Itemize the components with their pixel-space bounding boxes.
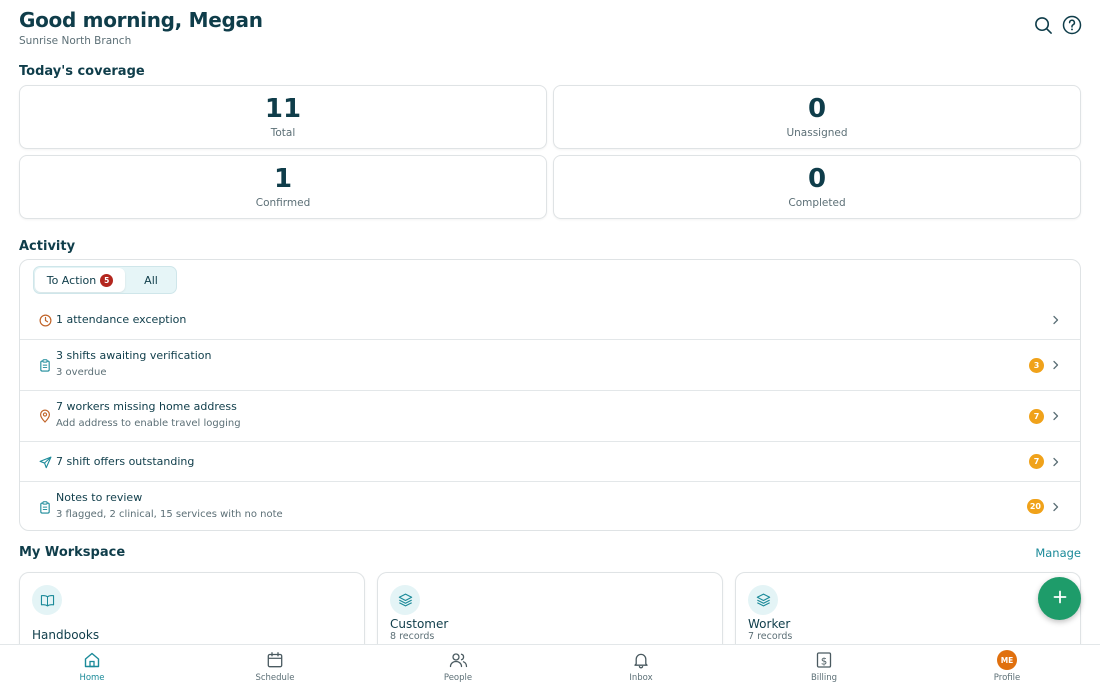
tab-label: People	[443, 673, 473, 683]
stat-card-completed[interactable]: 0 Completed	[553, 155, 1081, 219]
chevron-right-icon	[1051, 457, 1061, 467]
stat-value: 0	[807, 94, 827, 124]
stat-label: Confirmed	[255, 197, 311, 209]
count-badge: 20	[1026, 499, 1044, 514]
location-pin-icon	[38, 409, 52, 423]
tab-schedule[interactable]: Schedule	[235, 650, 315, 683]
svg-text:$: $	[821, 656, 827, 667]
stat-value: 11	[264, 94, 302, 124]
chevron-right-icon	[1051, 502, 1061, 512]
manage-link[interactable]: Manage	[1035, 546, 1081, 560]
tab-profile[interactable]: ME Profile	[967, 650, 1047, 683]
people-icon	[448, 650, 468, 670]
bottom-tab-bar: Home Schedule People Inbox $ Billing ME …	[0, 644, 1100, 687]
activity-row-missing-address[interactable]: 7 workers missing home address Add addre…	[20, 390, 1080, 441]
greeting-title: Good morning, Megan	[19, 8, 263, 32]
stat-value: 0	[807, 164, 827, 194]
clipboard-icon	[38, 500, 52, 514]
workspace-card-title: Handbooks	[32, 628, 100, 642]
help-icon[interactable]	[1062, 15, 1082, 35]
tab-all[interactable]: All	[126, 267, 176, 293]
clock-icon	[38, 313, 52, 327]
tab-billing[interactable]: $ Billing	[784, 650, 864, 683]
page-header: Good morning, Megan Sunrise North Branch	[19, 8, 263, 47]
activity-row-title: 7 shift offers outstanding	[56, 455, 195, 468]
activity-row-title: 1 attendance exception	[56, 313, 187, 326]
layers-icon	[390, 585, 420, 615]
activity-row-attendance[interactable]: 1 attendance exception	[20, 301, 1080, 339]
book-icon	[32, 585, 62, 615]
tab-label: Billing	[810, 673, 838, 683]
layers-icon	[748, 585, 778, 615]
activity-row-title: Notes to review	[56, 491, 143, 504]
plus-icon	[1052, 589, 1068, 609]
chevron-right-icon	[1051, 411, 1061, 421]
branch-name: Sunrise North Branch	[19, 35, 132, 47]
tab-to-action[interactable]: To Action 5	[35, 268, 125, 292]
tab-label: All	[144, 273, 158, 287]
activity-row-shift-offers[interactable]: 7 shift offers outstanding 7	[20, 441, 1080, 481]
workspace-card-subtitle: 7 records	[748, 631, 793, 642]
clipboard-icon	[38, 358, 52, 372]
workspace-card-title: Worker	[748, 617, 791, 631]
workspace-title: My Workspace	[19, 545, 126, 560]
bell-icon	[631, 650, 651, 670]
tab-label: Schedule	[255, 673, 295, 683]
tab-label: Profile	[993, 673, 1021, 683]
to-action-count-badge: 5	[100, 273, 114, 287]
stat-value: 1	[273, 164, 293, 194]
activity-row-subtitle: Add address to enable travel logging	[56, 418, 241, 429]
chevron-right-icon	[1051, 360, 1061, 370]
activity-row-title: 7 workers missing home address	[56, 400, 237, 413]
workspace-card-title: Customer	[390, 617, 449, 631]
activity-row-subtitle: 3 overdue	[56, 367, 107, 378]
billing-icon: $	[814, 650, 834, 670]
header-actions	[1033, 15, 1082, 35]
add-fab-button[interactable]	[1038, 577, 1081, 620]
activity-title: Activity	[19, 239, 76, 254]
count-badge: 3	[1029, 358, 1044, 373]
stat-label: Completed	[788, 197, 846, 209]
calendar-icon	[265, 650, 285, 670]
tab-home[interactable]: Home	[52, 650, 132, 683]
stat-label: Unassigned	[786, 127, 848, 139]
chevron-right-icon	[1051, 315, 1061, 325]
tab-label: Inbox	[629, 673, 653, 683]
send-icon	[38, 455, 52, 469]
stat-card-unassigned[interactable]: 0 Unassigned	[553, 85, 1081, 149]
tab-inbox[interactable]: Inbox	[601, 650, 681, 683]
avatar: ME	[997, 650, 1017, 670]
coverage-title: Today's coverage	[19, 64, 145, 79]
activity-row-title: 3 shifts awaiting verification	[56, 349, 212, 362]
activity-panel: To Action 5 All 1 attendance exception 3…	[19, 259, 1081, 531]
stat-label: Total	[270, 127, 296, 139]
activity-row-shifts-verification[interactable]: 3 shifts awaiting verification 3 overdue…	[20, 339, 1080, 390]
activity-row-notes-review[interactable]: Notes to review 3 flagged, 2 clinical, 1…	[20, 481, 1080, 530]
search-icon[interactable]	[1033, 15, 1053, 35]
stat-card-total[interactable]: 11 Total	[19, 85, 547, 149]
count-badge: 7	[1029, 409, 1044, 424]
activity-row-subtitle: 3 flagged, 2 clinical, 15 services with …	[56, 509, 283, 520]
count-badge: 7	[1029, 454, 1044, 469]
tab-label: Home	[79, 673, 105, 683]
tab-people[interactable]: People	[418, 650, 498, 683]
stat-card-confirmed[interactable]: 1 Confirmed	[19, 155, 547, 219]
home-icon	[82, 650, 102, 670]
tab-label: To Action	[46, 273, 97, 287]
activity-filter-tabs: To Action 5 All	[33, 266, 177, 294]
workspace-card-subtitle: 8 records	[390, 631, 435, 642]
